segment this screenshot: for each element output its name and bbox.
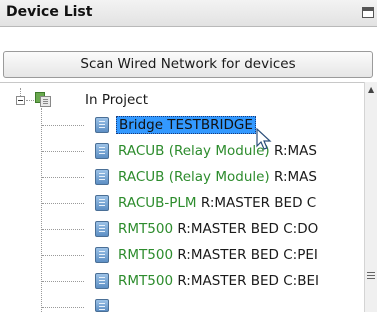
device-module-icon — [95, 299, 109, 312]
project-folder-icon — [35, 91, 51, 107]
tree-guide-line — [42, 125, 84, 126]
tree-item-location: R:MAS — [269, 169, 317, 185]
tree-guide-line — [42, 281, 84, 282]
tree-guide-line — [42, 307, 84, 308]
device-list-panel: Device List Scan Wired Network for devic… — [0, 0, 377, 312]
panel-title: Device List — [6, 4, 93, 20]
device-module-icon — [95, 221, 109, 237]
tree-guide-line — [20, 88, 21, 96]
tree-item-location: R:MASTER BED C:DO — [173, 221, 319, 237]
scroll-thumb-grip-icon[interactable] — [367, 272, 375, 279]
scroll-up-arrow-icon[interactable]: ▲ — [368, 86, 374, 94]
tree-item[interactable]: Bridge TESTBRIDGE — [116, 116, 256, 134]
tree-item-name: RACUB (Relay Module) — [118, 143, 270, 159]
device-module-icon — [95, 143, 109, 159]
vertical-scrollbar[interactable]: ▲ — [364, 82, 377, 312]
tree-guide-line — [42, 151, 84, 152]
mouse-pointer-icon — [256, 128, 272, 150]
tree-root-label[interactable]: In Project — [85, 91, 148, 109]
tree-item-name: RMT500 — [118, 221, 174, 237]
tree-item[interactable]: RACUB (Relay Module) R:MAS — [118, 142, 317, 160]
panel-titlebar: Device List — [0, 0, 377, 27]
collapse-expander-icon[interactable] — [16, 96, 25, 105]
device-module-icon — [95, 195, 109, 211]
tree-guide-line — [42, 177, 84, 178]
device-module-icon — [95, 117, 109, 133]
tree-item-location: R:MASTER BED C:BEI — [173, 273, 319, 289]
tree-item-name: RACUB-PLM — [118, 195, 197, 211]
tree-item-name: RMT500 — [118, 273, 174, 289]
scan-wired-network-button[interactable]: Scan Wired Network for devices — [3, 51, 373, 78]
tree-item[interactable]: RMT500 R:MASTER BED C:PEI — [118, 246, 318, 264]
tree-guide-line — [42, 229, 84, 230]
tree-item[interactable]: RACUB-PLM R:MASTER BED C — [118, 194, 316, 212]
tree-item[interactable]: RACUB (Relay Module) R:MAS — [118, 168, 317, 186]
tree-guide-line — [42, 203, 84, 204]
tree-item-name-selected[interactable]: Bridge TESTBRIDGE — [116, 116, 256, 134]
tree-item-name: RMT500 — [118, 247, 174, 263]
device-module-icon — [95, 169, 109, 185]
window-dock-icon[interactable] — [362, 7, 374, 18]
tree-guide-line — [42, 255, 84, 256]
tree-guide-line — [26, 100, 34, 101]
tree-item[interactable]: RMT500 R:MASTER BED C:DO — [118, 220, 318, 238]
tree-item-name: RACUB (Relay Module) — [118, 169, 270, 185]
device-module-icon — [95, 247, 109, 263]
tree-item-location: R:MASTER BED C:PEI — [173, 247, 318, 263]
tree-item[interactable]: RMT500 R:MASTER BED C:BEI — [118, 272, 319, 290]
tree-item-location: R:MASTER BED C — [196, 195, 317, 211]
device-module-icon — [95, 273, 109, 289]
